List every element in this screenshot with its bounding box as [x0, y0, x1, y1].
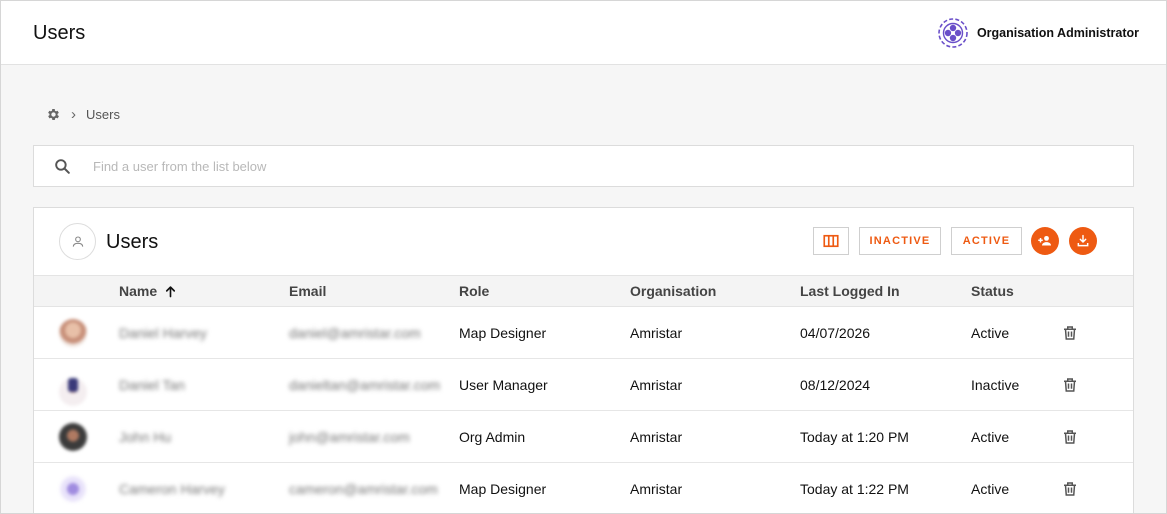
table-header-row: Name Email Role Organisation Last Logged…	[34, 275, 1133, 307]
person-icon	[59, 223, 96, 260]
breadcrumb-current: Users	[86, 106, 120, 122]
column-view-button[interactable]	[813, 227, 849, 255]
inactive-filter-button[interactable]: INACTIVE	[859, 227, 941, 255]
user-email: daniel@amristar.com	[289, 324, 421, 341]
panel-header: Users INACTIVE ACTIVE	[34, 208, 1133, 275]
breadcrumb: › Users	[46, 106, 120, 122]
column-header-label: Name	[119, 283, 158, 299]
table-row[interactable]: Daniel Harvey daniel@amristar.com Map De…	[34, 307, 1133, 359]
column-header-last-logged-in[interactable]: Last Logged In	[800, 276, 971, 307]
trash-icon[interactable]	[1061, 480, 1079, 498]
page-title: Users	[33, 22, 86, 44]
gear-icon[interactable]	[46, 107, 61, 122]
trash-icon[interactable]	[1061, 376, 1079, 394]
user-organisation: Amristar	[630, 376, 683, 393]
active-filter-button[interactable]: ACTIVE	[951, 227, 1022, 255]
arrow-up-icon	[166, 285, 176, 297]
user-status: Active	[971, 428, 1010, 445]
user-status: Active	[971, 324, 1010, 341]
users-table: Name Email Role Organisation Last Logged…	[34, 275, 1133, 514]
user-status: Active	[971, 480, 1010, 497]
column-header-name[interactable]: Name	[119, 276, 289, 307]
search-bar	[33, 145, 1134, 187]
user-last-logged-in: Today at 1:22 PM	[800, 480, 909, 497]
column-header-role[interactable]: Role	[459, 276, 630, 307]
trash-icon[interactable]	[1061, 324, 1079, 342]
chevron-right-icon: ›	[71, 105, 76, 123]
avatar	[59, 318, 87, 347]
user-organisation: Amristar	[630, 428, 683, 445]
user-email: danieltan@amristar.com	[289, 376, 441, 393]
user-role: Map Designer	[459, 480, 547, 497]
column-header-organisation[interactable]: Organisation	[630, 276, 800, 307]
user-role: Org Admin	[459, 428, 526, 445]
download-button[interactable]	[1069, 227, 1097, 255]
column-header-status[interactable]: Status	[971, 276, 1061, 307]
user-last-logged-in: 04/07/2026	[800, 324, 871, 341]
user-name: John Hu	[119, 428, 172, 445]
download-icon	[1077, 234, 1089, 247]
user-last-logged-in: 08/12/2024	[800, 376, 871, 393]
user-status: Inactive	[971, 376, 1020, 393]
user-email: john@amristar.com	[289, 428, 410, 445]
avatar	[59, 422, 87, 451]
top-bar: Users Organisation Administrator	[0, 0, 1167, 65]
user-name: Cameron Harvey	[119, 480, 225, 497]
avatar	[59, 377, 87, 406]
profile-menu[interactable]: Organisation Administrator	[937, 16, 1139, 50]
user-email: cameron@amristar.com	[289, 480, 438, 497]
table-row[interactable]: Daniel Tan danieltan@amristar.com User M…	[34, 359, 1133, 411]
user-name: Daniel Harvey	[119, 324, 207, 341]
view-columns-icon	[823, 234, 839, 248]
add-user-icon	[1038, 235, 1051, 246]
organisation-logo-icon	[938, 18, 968, 48]
user-organisation: Amristar	[630, 324, 683, 341]
avatar	[59, 474, 87, 503]
table-row[interactable]: Cameron Harvey cameron@amristar.com Map …	[34, 463, 1133, 514]
user-last-logged-in: Today at 1:20 PM	[800, 428, 909, 445]
table-row[interactable]: John Hu john@amristar.com Org Admin Amri…	[34, 411, 1133, 463]
add-user-button[interactable]	[1031, 227, 1059, 255]
user-role-label: Organisation Administrator	[976, 26, 1139, 40]
trash-icon[interactable]	[1061, 428, 1079, 446]
user-role: User Manager	[459, 376, 548, 393]
search-input[interactable]	[93, 154, 1093, 178]
user-name: Daniel Tan	[119, 376, 185, 393]
search-icon	[55, 159, 70, 174]
user-role: Map Designer	[459, 324, 547, 341]
column-header-email[interactable]: Email	[289, 276, 459, 307]
users-panel: Users INACTIVE ACTIVE Name Email Role Or…	[33, 207, 1134, 514]
user-organisation: Amristar	[630, 480, 683, 497]
panel-title: Users	[106, 231, 159, 253]
